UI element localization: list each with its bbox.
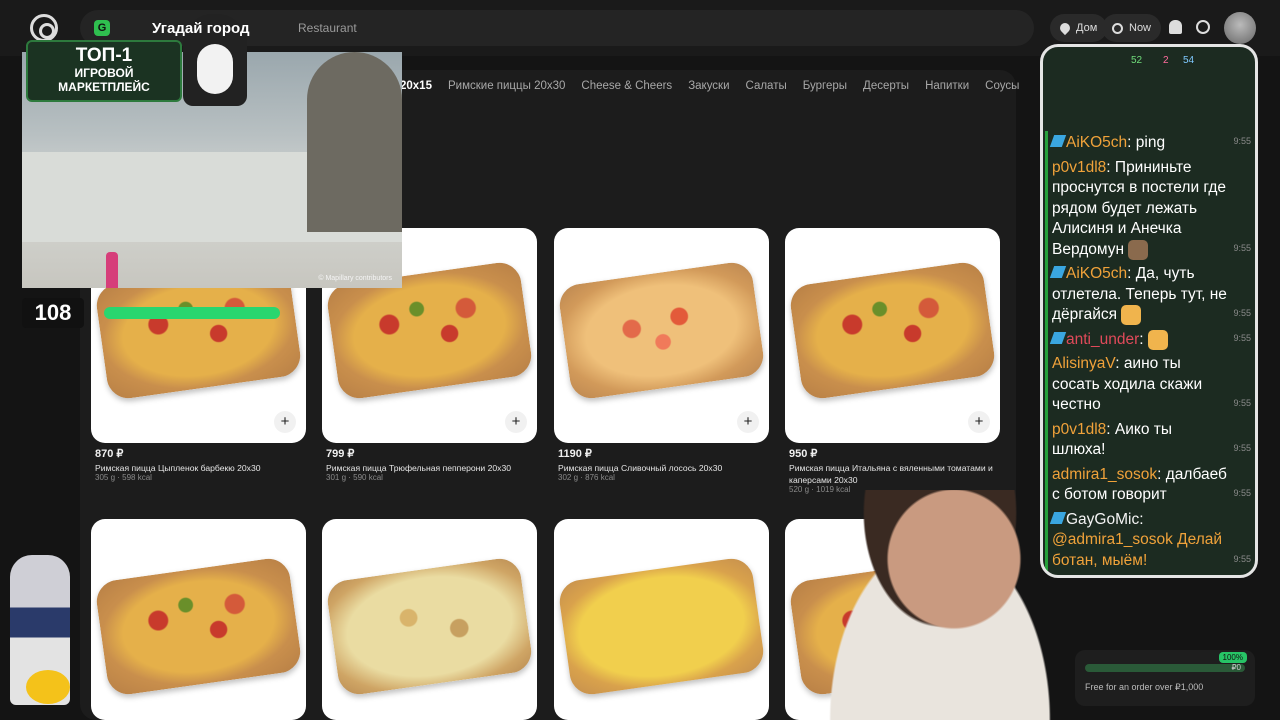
- tab-roman-pizza[interactable]: Римские пиццы 20x30: [448, 80, 565, 92]
- chat-message: AlisinyaV: аино ты сосать ходила скажи ч…: [1045, 352, 1255, 418]
- delivery-percent: 100%: [1218, 652, 1247, 663]
- chat-time: 9:55: [1233, 488, 1251, 499]
- chat-message: AiKO5ch: ping 9:55: [1045, 131, 1255, 156]
- product-meta: 301 g · 590 kcal: [326, 473, 383, 482]
- chat-user: AlisinyaV: [1052, 355, 1116, 373]
- game-title: Угадай город: [152, 20, 250, 37]
- chat-time: 9:55: [1233, 332, 1251, 343]
- chat-message: anti_under: 9:55: [1045, 327, 1255, 353]
- emoji-ball-icon: [26, 670, 70, 704]
- app-logo-icon[interactable]: [30, 14, 58, 42]
- cat-emote-icon: [1147, 329, 1168, 350]
- product-card[interactable]: +: [785, 228, 1000, 443]
- moderator-icon: [1049, 266, 1067, 279]
- g-icon: G: [94, 20, 110, 36]
- search-text: Restaurant: [298, 21, 357, 35]
- add-button[interactable]: +: [737, 411, 759, 433]
- mouse-cursor-icon: [625, 532, 633, 544]
- phone-status-bar: 52 2 54: [1043, 47, 1255, 77]
- tab-snacks[interactable]: Закуски: [688, 80, 729, 92]
- delivery-bar: [1085, 664, 1245, 672]
- chat-time: 9:55: [1233, 136, 1251, 146]
- product-price: 950 ₽: [789, 448, 818, 460]
- promo-line1: ТОП-1: [75, 45, 133, 66]
- delivery-p0: ₽0: [1231, 663, 1241, 672]
- tab-drinks[interactable]: Напитки: [925, 80, 969, 92]
- chat-message: p0v1dl8: Аико ты шлюха! 9:55: [1045, 417, 1255, 463]
- pizza-image: [556, 259, 767, 402]
- pizza-image: [556, 555, 767, 698]
- chat-text: ping: [1135, 134, 1166, 151]
- avatar[interactable]: [1224, 12, 1256, 44]
- chat-user: anti_under: [1066, 330, 1140, 348]
- tab-20x15[interactable]: 20x15: [400, 80, 432, 92]
- progress-bar: [104, 307, 280, 319]
- clock-icon: [1112, 22, 1123, 34]
- bell-icon[interactable]: [1169, 20, 1182, 34]
- globe-icon[interactable]: [1196, 20, 1210, 34]
- street-person: [106, 252, 118, 288]
- screen: { "header": { "search_text": "Restaurant…: [0, 0, 1280, 720]
- product-price: 799 ₽: [326, 448, 355, 460]
- stat-3: 54: [1183, 55, 1195, 66]
- add-button[interactable]: +: [274, 411, 296, 433]
- chat-user: AiKO5ch: [1066, 134, 1128, 151]
- product-card[interactable]: [554, 519, 769, 720]
- tab-salads[interactable]: Салаты: [746, 80, 787, 92]
- category-tabs: 20x15 Римские пиццы 20x30 Cheese & Cheer…: [400, 80, 1019, 92]
- delivery-progress: 100% ₽0 Free for an order over ₽1,000: [1075, 650, 1255, 706]
- promo-badge: ТОП-1 ИГРОВОЙ МАРКЕТПЛЕЙС: [26, 40, 182, 102]
- stat-2: 2: [1163, 55, 1169, 66]
- cat-emote-icon: [1121, 305, 1142, 326]
- promo-line2: ИГРОВОЙ: [74, 66, 134, 80]
- chat-time: 9:55: [1233, 308, 1251, 319]
- chat-message: AiKO5ch: Да, чуть отлетела. Теперь тут, …: [1045, 262, 1255, 328]
- product-name: Римская пицца Итальяна с вяленными томат…: [789, 463, 993, 485]
- delivery-time-pill[interactable]: Now: [1102, 14, 1162, 42]
- pizza-image: [787, 259, 998, 402]
- promo-line3: МАРКЕТПЛЕЙС: [58, 80, 150, 94]
- stat-1: 52: [1131, 55, 1143, 66]
- address-label: Дом: [1076, 22, 1098, 34]
- chat-time: 9:55: [1233, 398, 1251, 409]
- product-price: 870 ₽: [95, 448, 124, 460]
- chat-user: p0v1dl8: [1052, 420, 1107, 438]
- product-meta: 305 g · 598 kcal: [95, 473, 152, 482]
- add-button[interactable]: +: [968, 411, 990, 433]
- product-meta: 302 g · 876 kcal: [558, 473, 615, 482]
- product-card[interactable]: [91, 519, 306, 720]
- delivery-text: Free for an order over ₽1,000: [1085, 682, 1204, 692]
- chat-user: AiKO5ch: [1066, 265, 1128, 283]
- add-button[interactable]: +: [505, 411, 527, 433]
- tab-cheese-cheers[interactable]: Cheese & Cheers: [581, 80, 672, 92]
- product-card[interactable]: [322, 519, 537, 720]
- chat-user: admira1_sosok: [1052, 465, 1158, 483]
- map-credit: © Mapillary contributors: [318, 275, 392, 282]
- address-pill[interactable]: Дом: [1050, 14, 1108, 42]
- chat-time: 9:55: [1233, 553, 1251, 564]
- pizza-image: [93, 555, 304, 698]
- streamer-webcam: [800, 490, 1080, 720]
- tab-desserts[interactable]: Десерты: [863, 80, 909, 92]
- street-arch: [307, 52, 402, 232]
- time-label: Now: [1129, 22, 1152, 34]
- product-card[interactable]: +: [554, 228, 769, 443]
- chat-time: 9:55: [1233, 242, 1251, 253]
- location-pin-icon: [1057, 20, 1073, 36]
- product-price: 1190 ₽: [558, 448, 592, 460]
- tab-burgers[interactable]: Бургеры: [803, 80, 847, 92]
- viewer-counter: 108: [22, 298, 84, 328]
- chat-time: 9:55: [1233, 443, 1251, 454]
- chat-user: p0v1dl8: [1052, 158, 1107, 176]
- chat-message: p0v1dl8: Прининьте проснутся в постели г…: [1045, 155, 1255, 263]
- emote-icon: [1128, 239, 1149, 260]
- tab-sauces[interactable]: Соусы: [985, 80, 1019, 92]
- moderator-icon: [1049, 135, 1067, 147]
- pizza-image: [324, 555, 535, 698]
- moderator-icon: [1049, 331, 1067, 344]
